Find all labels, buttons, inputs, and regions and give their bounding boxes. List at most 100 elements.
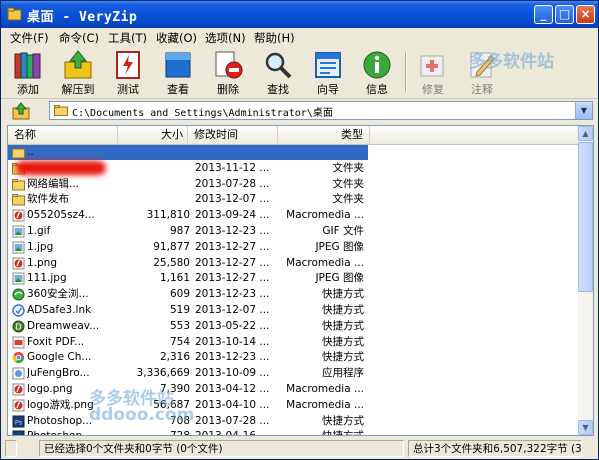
column-size[interactable]: 大小 [118, 126, 188, 144]
column-type[interactable]: 类型 [278, 126, 370, 144]
add-books-icon [14, 52, 41, 79]
redacted-name [16, 160, 106, 175]
file-type: 快捷方式 [322, 304, 364, 316]
file-type: 快捷方式 [322, 335, 364, 348]
app-icon [12, 367, 25, 380]
file-modified: 2013-04-12 ... [195, 383, 270, 395]
address-dropdown-button[interactable]: ▼ [575, 102, 592, 119]
scroll-down-button[interactable]: ▼ [578, 420, 593, 435]
image-icon [12, 272, 25, 285]
file-row[interactable]: 2013-11-12 ... 文件夹 [8, 160, 579, 176]
file-row[interactable]: PsPhotoshop...7282013-04-16 ...快捷方式 [8, 429, 579, 436]
test-button[interactable]: 测试 [106, 48, 150, 96]
flash-icon [12, 383, 25, 396]
chrome-icon [12, 352, 25, 364]
file-row[interactable]: .. [8, 145, 579, 160]
view-book-icon [165, 52, 191, 78]
file-row[interactable]: 网络编辑... 2013-07-28 ... 文件夹 [8, 177, 579, 192]
menu-favorites[interactable]: 收藏(O) [156, 30, 197, 46]
file-modified: 2013-12-07 ... [195, 193, 270, 206]
file-row[interactable]: JuFengBro... 3,336,669 2013-10-09 ... 应用程序 [8, 366, 579, 381]
flash-icon [12, 257, 25, 270]
svg-text:Ps: Ps [15, 434, 23, 436]
parent-folder-icon [12, 148, 25, 159]
file-modified: 2013-05-22 ... [195, 319, 270, 332]
add-label: 添加 [17, 83, 39, 96]
file-row[interactable]: Ps Photoshop... 708 2013-07-28 ... 快捷方式 [8, 414, 579, 429]
address-bar: C:\Documents and Settings\Administrator\… [1, 99, 598, 123]
find-button[interactable]: 查找 [256, 48, 300, 96]
file-row[interactable]: Foxit PDF... 754 2013-10-14 ... 快捷方式 [8, 335, 579, 350]
menu-help[interactable]: 帮助(H) [254, 30, 295, 46]
find-label: 查找 [267, 83, 289, 96]
extract-to-button[interactable]: 解压到 [56, 48, 100, 96]
extract-folder-icon [64, 50, 92, 79]
maximize-button[interactable]: □ [555, 5, 574, 24]
file-row[interactable]: logo游戏.png 56,687 2013-04-10 ... Macromedia… [8, 398, 579, 413]
scroll-up-button[interactable]: ▲ [578, 126, 593, 141]
info-button[interactable]: 信息 [355, 48, 399, 96]
folder-icon [12, 194, 25, 206]
menu-bar: 文件(F) 命令(C) 工具(T) 收藏(O) 选项(N) 帮助(H) [1, 28, 598, 46]
file-type: 文件夹 [332, 161, 365, 174]
photoshop-icon: Ps [12, 430, 25, 436]
up-folder-icon[interactable] [12, 102, 30, 120]
repair-button[interactable]: 修复 [411, 48, 455, 96]
delete-icon [215, 51, 243, 79]
file-row[interactable]: 360安全浏... 609 2013-12-23 ... 快捷方式 [8, 287, 579, 302]
file-size: 3,336,669 [136, 367, 190, 380]
scroll-thumb[interactable] [578, 142, 593, 292]
column-modified[interactable]: 修改时间 [188, 126, 278, 144]
file-modified: 2013-09-24 ... [195, 209, 270, 222]
status-bar: 已经选择0个文件夹和0字节 (0个文件) 总计3个文件夹和6,507,322字节… [1, 438, 598, 459]
view-button[interactable]: 查看 [156, 48, 200, 96]
shield-icon [12, 304, 25, 317]
file-row[interactable]: 软件发布 2013-12-07 ... 文件夹 [8, 192, 579, 207]
file-modified: 2013-10-14 ... [195, 335, 270, 348]
image-icon [12, 225, 25, 238]
toolbar: 添加 解压到 测试 查看 删除 查找 向导 信息 修复 注释 [1, 46, 598, 99]
comment-button[interactable]: 注释 [460, 48, 504, 96]
menu-command[interactable]: 命令(C) [59, 30, 99, 46]
file-size: 91,877 [153, 240, 190, 253]
file-row[interactable]: 1.jpg 91,877 2013-12-27 ... JPEG 图像 [8, 240, 579, 255]
file-row[interactable]: 111.jpg 1,161 2013-12-27 ... JPEG 图像 [8, 271, 579, 286]
minimize-button[interactable]: _ [534, 5, 553, 24]
menu-tools[interactable]: 工具(T) [108, 30, 147, 46]
file-row[interactable]: 1.gif 987 2013-12-23 ... GIF 文件 [8, 224, 579, 239]
file-row[interactable]: 1.png 25,580 2013-12-27 ... Macromedia ... [8, 256, 579, 271]
file-modified: 2013-12-27 ... [195, 272, 270, 285]
wizard-button[interactable]: 向导 [306, 48, 350, 96]
address-field[interactable]: C:\Documents and Settings\Administrator\… [49, 101, 593, 120]
file-modified: 2013-04-16 ... [195, 429, 295, 435]
file-modified: 2013-07-28 ... [195, 414, 270, 427]
file-size: 987 [169, 225, 190, 237]
file-modified: 2013-12-27 ... [195, 256, 270, 269]
file-row[interactable]: logo.png 7,390 2013-04-12 ... Macromedia ..… [8, 382, 579, 397]
file-size: 754 [169, 335, 190, 348]
add-button[interactable]: 添加 [6, 48, 50, 96]
status-total: 总计3个文件夹和6,507,322字节 (3 [408, 440, 582, 457]
menu-options[interactable]: 选项(N) [205, 30, 246, 46]
close-button[interactable]: × [576, 5, 595, 24]
file-size: 56,687 [153, 398, 190, 411]
file-row[interactable]: ADSafe3.lnk 519 2013-12-07 ... 快捷方式 [8, 303, 579, 318]
file-modified: 2013-10-09 ... [195, 367, 270, 380]
repair-label: 修复 [422, 83, 444, 96]
title-bar[interactable]: 桌面 - VeryZip _ □ × [1, 1, 598, 28]
delete-button[interactable]: 删除 [206, 48, 250, 96]
pdf-icon [12, 336, 25, 349]
file-type: Macromedia ... [286, 209, 364, 222]
column-name[interactable]: 名称 [8, 126, 118, 144]
address-path: C:\Documents and Settings\Administrator\… [72, 108, 333, 119]
vertical-scrollbar[interactable]: ▲ ▼ [578, 126, 593, 435]
file-row[interactable]: D Dreamweav... 553 2013-05-22 ... 快捷方式 [8, 319, 579, 334]
file-type: GIF 文件 [322, 225, 364, 237]
photoshop-icon: Ps [12, 415, 25, 428]
menu-file[interactable]: 文件(F) [10, 30, 49, 46]
delete-label: 删除 [217, 83, 239, 96]
file-row[interactable]: 055205sz4... 311,810 2013-09-24 ... Macrome… [8, 208, 579, 223]
file-row[interactable]: Google Ch... 2,316 2013-12-23 ... 快捷方式 [8, 350, 579, 365]
folder-icon [12, 178, 25, 191]
list-header: 名称 大小 修改时间 类型 [8, 126, 579, 145]
